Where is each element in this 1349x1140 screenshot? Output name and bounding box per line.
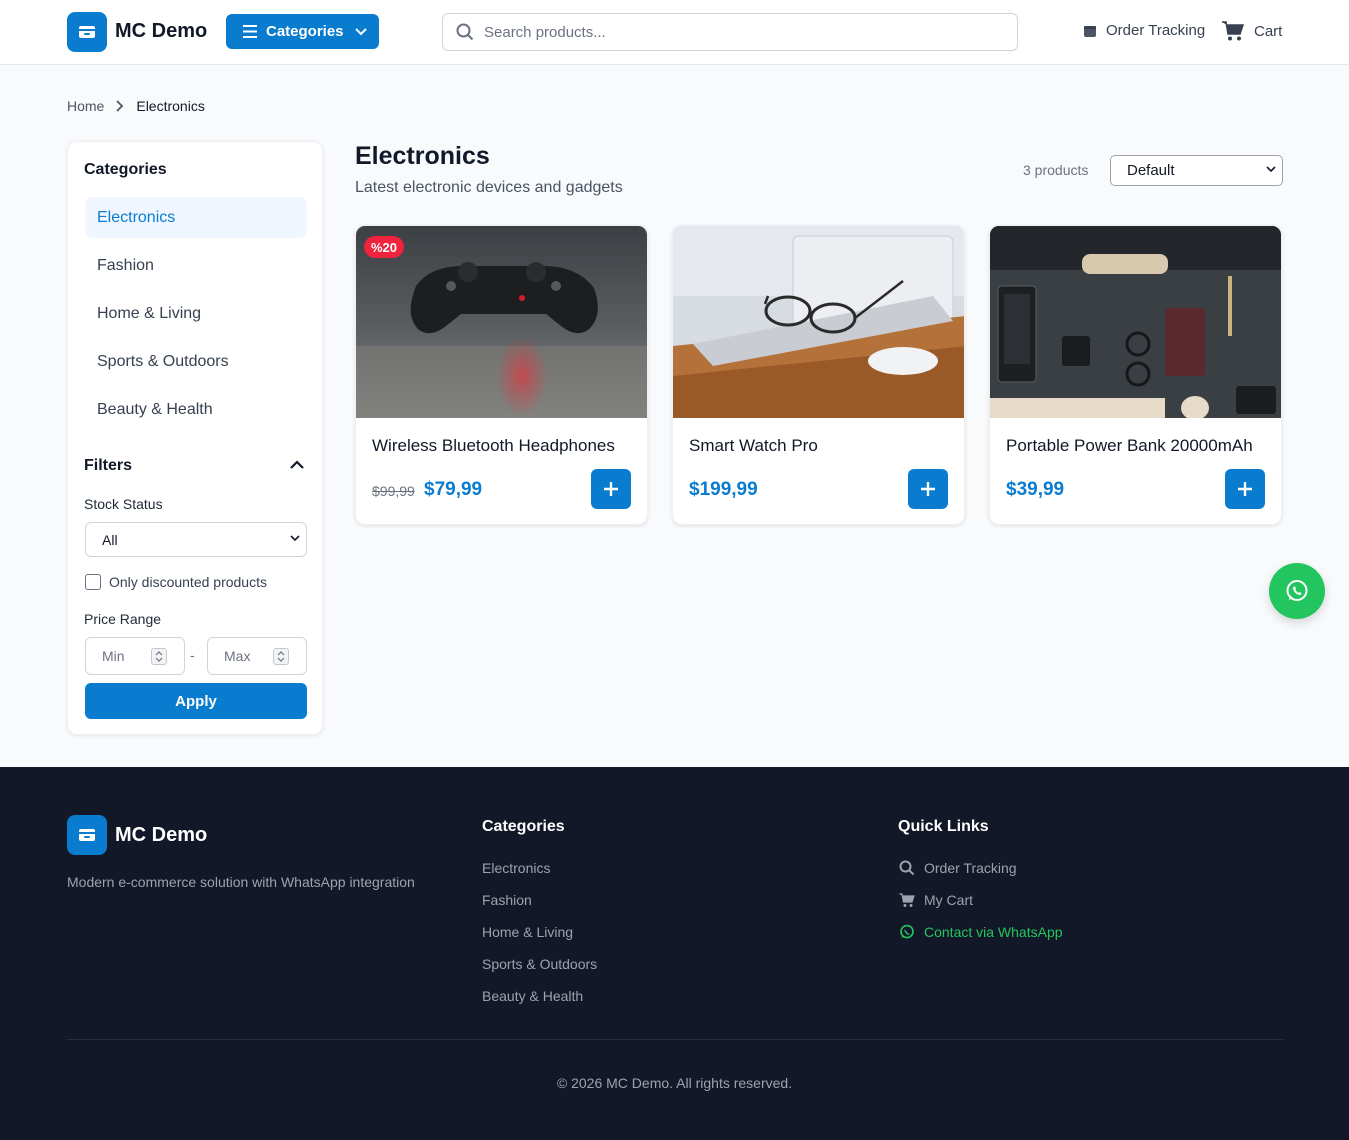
search-input[interactable] bbox=[484, 23, 984, 41]
price-min-input[interactable]: Min bbox=[85, 637, 185, 675]
plus-icon bbox=[604, 482, 618, 496]
price-max-input[interactable]: Max bbox=[207, 637, 307, 675]
footer-link-beauty-health[interactable]: Beauty & Health bbox=[482, 988, 583, 1004]
add-to-cart-button[interactable] bbox=[591, 469, 631, 509]
stepper-icon[interactable] bbox=[151, 648, 167, 665]
product-name[interactable]: Smart Watch Pro bbox=[689, 436, 818, 456]
logo-text[interactable]: MC Demo bbox=[115, 20, 207, 43]
cart-icon bbox=[899, 892, 915, 907]
add-to-cart-button[interactable] bbox=[1225, 469, 1265, 509]
stock-status-label: Stock Status bbox=[84, 496, 163, 512]
categories-button-label: Categories bbox=[266, 23, 344, 40]
search-bar bbox=[442, 13, 1018, 51]
cart-link[interactable]: Cart bbox=[1221, 20, 1282, 42]
chevron-down-icon bbox=[290, 535, 300, 542]
plus-icon bbox=[921, 482, 935, 496]
footer-categories-heading: Categories bbox=[482, 818, 565, 835]
footer-logo-text: MC Demo bbox=[115, 824, 208, 846]
footer-link-order-tracking[interactable]: Order Tracking bbox=[899, 860, 1017, 876]
product-card[interactable]: %20 Wireless Bluetooth Headphones $99,99… bbox=[355, 225, 648, 525]
sidebar-item-sports-outdoors[interactable]: Sports & Outdoors bbox=[85, 341, 307, 382]
chevron-right-icon bbox=[116, 100, 124, 112]
product-name[interactable]: Wireless Bluetooth Headphones bbox=[372, 436, 615, 456]
sidebar-item-home-living[interactable]: Home & Living bbox=[85, 293, 307, 334]
discount-checkbox[interactable] bbox=[85, 574, 101, 590]
product-card[interactable]: Portable Power Bank 20000mAh $39,99 bbox=[989, 225, 1282, 525]
apply-button[interactable]: Apply bbox=[85, 683, 307, 719]
sort-select[interactable]: Default bbox=[1110, 155, 1283, 186]
chevron-down-icon bbox=[1266, 166, 1276, 173]
order-tracking-label: Order Tracking bbox=[1106, 22, 1206, 39]
discount-label: Only discounted products bbox=[109, 574, 267, 590]
price-min-placeholder: Min bbox=[102, 648, 125, 664]
plus-icon bbox=[1238, 482, 1252, 496]
filters-title: Filters bbox=[84, 457, 133, 474]
price-range-label: Price Range bbox=[84, 611, 162, 627]
page-subtitle: Latest electronic devices and gadgets bbox=[355, 179, 623, 196]
store-logo-icon[interactable] bbox=[67, 815, 107, 855]
footer-tagline: Modern e-commerce solution with WhatsApp… bbox=[67, 874, 415, 890]
footer-link-sports-outdoors[interactable]: Sports & Outdoors bbox=[482, 956, 597, 972]
footer-link-fashion[interactable]: Fashion bbox=[482, 892, 532, 908]
box-icon bbox=[1084, 25, 1096, 37]
product-image-gamepad[interactable]: %20 bbox=[356, 226, 647, 418]
product-card[interactable]: Smart Watch Pro $199,99 bbox=[672, 225, 965, 525]
discount-badge: %20 bbox=[364, 236, 405, 258]
cart-icon bbox=[1222, 21, 1245, 41]
footer-link-my-cart[interactable]: My Cart bbox=[899, 892, 973, 908]
categories-button[interactable]: Categories bbox=[226, 14, 379, 49]
product-image-glasses-laptop[interactable] bbox=[673, 226, 964, 418]
footer-divider bbox=[67, 1039, 1283, 1040]
order-tracking-link[interactable]: Order Tracking bbox=[1083, 22, 1205, 39]
stepper-icon[interactable] bbox=[273, 648, 289, 665]
product-name[interactable]: Portable Power Bank 20000mAh bbox=[1006, 436, 1253, 456]
footer-link-whatsapp[interactable]: Contact via WhatsApp bbox=[899, 924, 1063, 940]
footer-quick-links-heading: Quick Links bbox=[898, 818, 989, 835]
site-footer: MC Demo Modern e-commerce solution with … bbox=[0, 767, 1349, 1140]
discount-filter[interactable]: Only discounted products bbox=[85, 574, 267, 590]
stock-status-select[interactable]: All bbox=[85, 522, 307, 557]
breadcrumb: Home Electronics bbox=[67, 98, 205, 114]
store-logo-icon[interactable] bbox=[67, 12, 107, 52]
menu-icon bbox=[243, 25, 257, 38]
sidebar-item-fashion[interactable]: Fashion bbox=[85, 245, 307, 286]
whatsapp-icon bbox=[900, 924, 914, 939]
product-image-desk-flatlay[interactable] bbox=[990, 226, 1281, 418]
add-to-cart-button[interactable] bbox=[908, 469, 948, 509]
copyright: © 2026 MC Demo. All rights reserved. bbox=[556, 1075, 793, 1091]
sidebar-item-electronics[interactable]: Electronics bbox=[85, 197, 307, 238]
breadcrumb-home[interactable]: Home bbox=[67, 98, 104, 114]
site-header: MC Demo Categories Order Tracking Cart bbox=[0, 0, 1349, 65]
footer-link-label: Contact via WhatsApp bbox=[924, 924, 1063, 940]
sidebar-title: Categories bbox=[84, 161, 167, 178]
range-separator: - bbox=[190, 647, 195, 663]
breadcrumb-current: Electronics bbox=[136, 98, 205, 114]
whatsapp-chat-button[interactable] bbox=[1269, 563, 1325, 619]
footer-link-label: Order Tracking bbox=[924, 860, 1017, 876]
footer-link-electronics[interactable]: Electronics bbox=[482, 860, 550, 876]
chevron-down-icon bbox=[354, 27, 367, 35]
filter-sidebar: Categories Electronics Fashion Home & Li… bbox=[67, 141, 323, 735]
chevron-up-icon[interactable] bbox=[287, 456, 307, 474]
price-max-placeholder: Max bbox=[224, 648, 251, 664]
stock-status-value: All bbox=[102, 531, 118, 548]
footer-link-home-living[interactable]: Home & Living bbox=[482, 924, 573, 940]
sidebar-item-beauty-health[interactable]: Beauty & Health bbox=[85, 389, 307, 430]
product-price: $79,99 bbox=[424, 479, 483, 500]
product-old-price: $99,99 bbox=[372, 483, 415, 499]
sort-value: Default bbox=[1127, 162, 1175, 179]
footer-link-label: My Cart bbox=[924, 892, 973, 908]
search-icon bbox=[456, 23, 474, 41]
search-icon bbox=[899, 860, 915, 876]
product-price: $39,99 bbox=[1006, 479, 1065, 500]
product-count: 3 products bbox=[1023, 162, 1089, 178]
product-price: $199,99 bbox=[689, 479, 758, 500]
page-title: Electronics bbox=[355, 142, 490, 170]
whatsapp-icon bbox=[1286, 580, 1308, 601]
cart-label: Cart bbox=[1254, 22, 1283, 40]
